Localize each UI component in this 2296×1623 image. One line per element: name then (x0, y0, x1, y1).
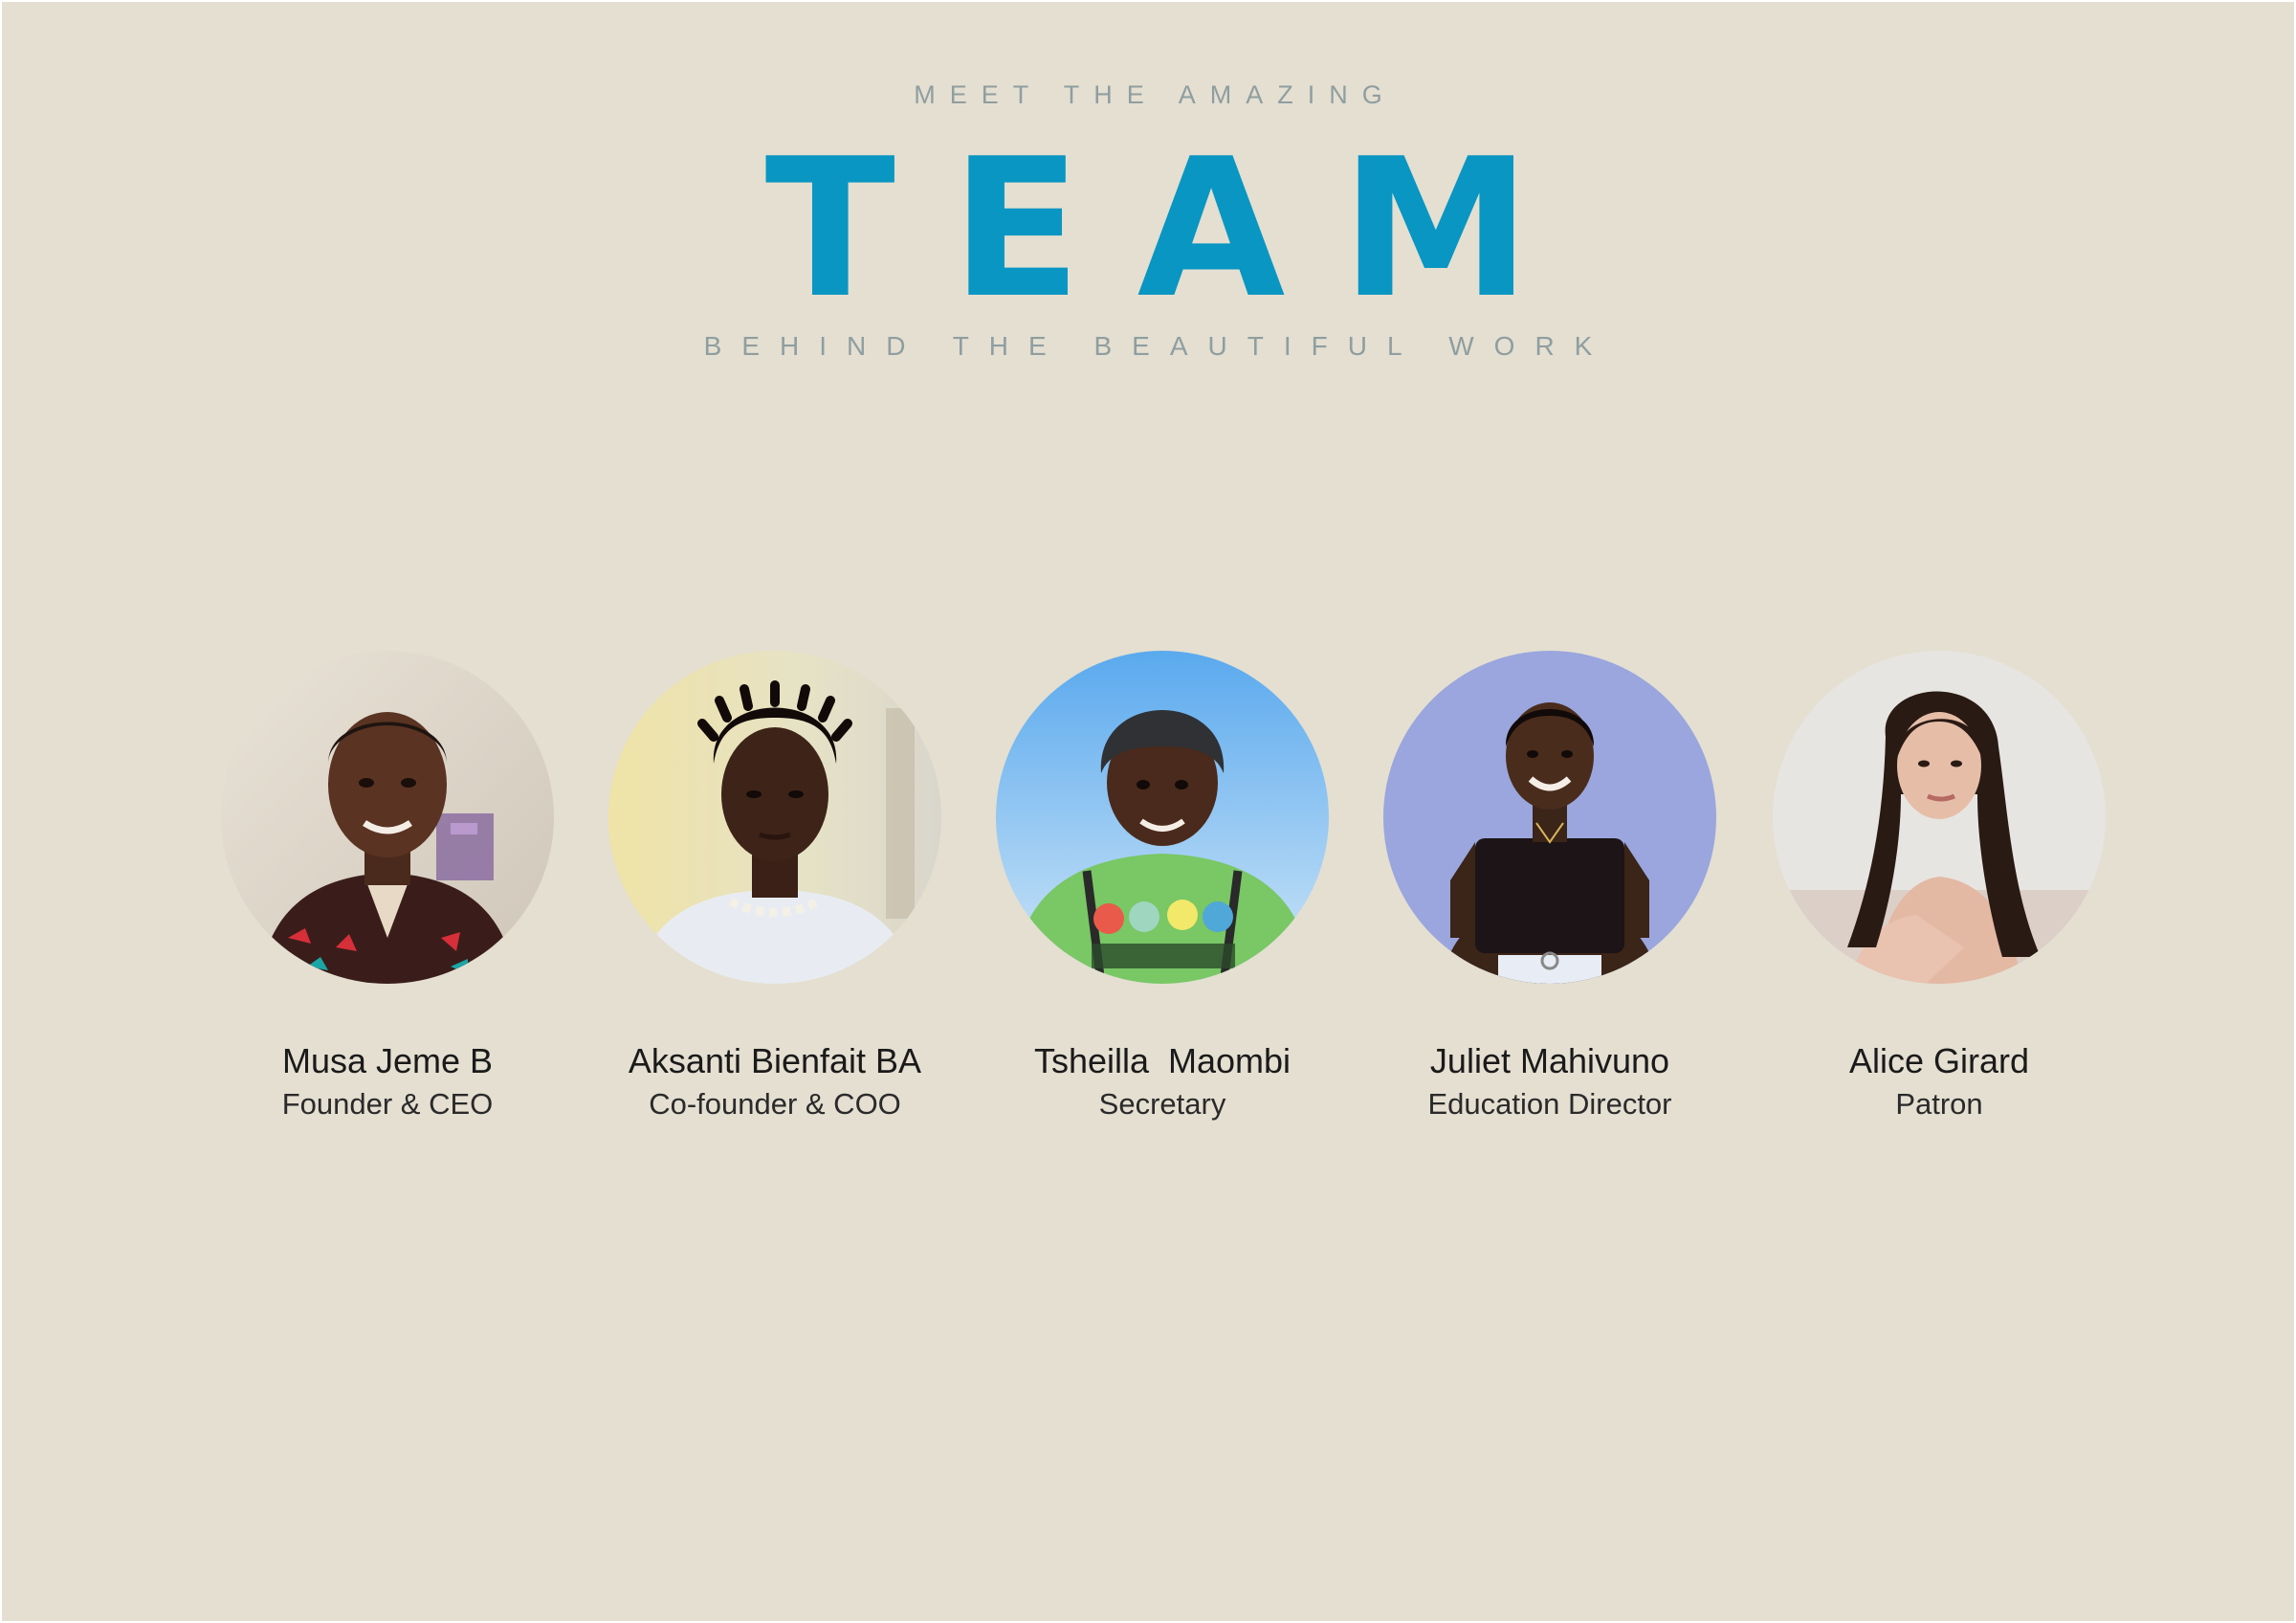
member-role: Co-founder & COO (649, 1087, 901, 1121)
member-name: Musa Jeme B (281, 1041, 494, 1080)
member-role: Secretary (1098, 1087, 1226, 1121)
team-member-card: Juliet Mahivuno Education Director (1349, 651, 1751, 1122)
member-role: Patron (1895, 1087, 1983, 1121)
member-photo (1383, 651, 1716, 984)
person-photo-icon (1383, 651, 1716, 984)
team-member-card: Aksanti Bienfait BA Co-founder & COO (574, 651, 976, 1122)
team-grid: Musa Jeme B Founder & CEO Aksanti Bienfa… (0, 651, 2296, 1148)
member-photo (1773, 651, 2106, 984)
person-photo-icon (221, 651, 554, 984)
member-name: Tsheilla Maombi (1033, 1041, 1292, 1080)
page-title: TEAM (764, 118, 1587, 341)
team-member-card: Musa Jeme B Founder & CEO (187, 651, 588, 1122)
team-member-card: Alice Girard Patron (1738, 651, 2140, 1122)
member-name: Juliet Mahivuno (1429, 1041, 1670, 1080)
member-photo (608, 651, 941, 984)
member-name: Aksanti Bienfait BA (628, 1041, 922, 1080)
member-photo (221, 651, 554, 984)
person-photo-icon (996, 651, 1329, 984)
team-member-card: Tsheilla Maombi Secretary (961, 651, 1363, 1122)
header-kicker: MEET THE AMAZING (914, 80, 1397, 109)
member-role: Education Director (1427, 1087, 1672, 1121)
header-subtitle: BEHIND THE BEAUTIFUL WORK (703, 331, 1613, 361)
member-photo (996, 651, 1329, 984)
member-role: Founder & CEO (281, 1087, 494, 1121)
member-name: Alice Girard (1848, 1041, 2030, 1080)
person-photo-icon (1773, 651, 2106, 984)
person-photo-icon (608, 651, 941, 984)
